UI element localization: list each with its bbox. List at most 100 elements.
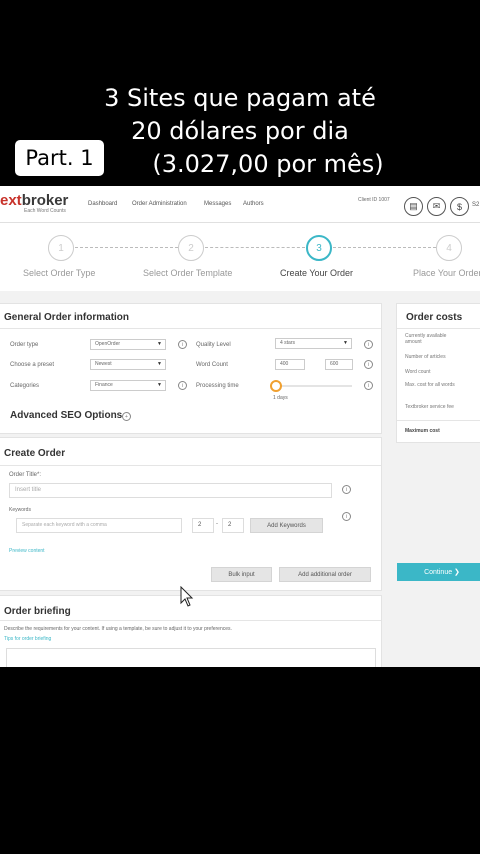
chevron-down-icon: ▼ bbox=[157, 361, 162, 367]
word-count-label: Word Count bbox=[196, 362, 228, 368]
keywords-min-input[interactable]: 2 bbox=[192, 518, 214, 533]
bulk-input-button[interactable]: Bulk input bbox=[211, 567, 272, 582]
user-menu[interactable]: S2 bbox=[472, 202, 479, 208]
info-icon[interactable]: i bbox=[342, 485, 351, 494]
categories-select[interactable]: Finance ▼ bbox=[90, 380, 166, 391]
info-icon[interactable]: i bbox=[342, 512, 351, 521]
preset-value: Newest bbox=[95, 361, 112, 367]
cost-maximum-label: Maximum cost bbox=[405, 428, 440, 434]
divider bbox=[397, 328, 480, 329]
step-connector bbox=[75, 247, 178, 248]
preview-content-link[interactable]: Preview content bbox=[9, 548, 45, 554]
cost-number-of-articles: Number of articles bbox=[405, 354, 446, 360]
advanced-seo-toggle[interactable]: Advanced SEO Options bbox=[10, 410, 122, 421]
nav-messages[interactable]: Messages bbox=[204, 201, 231, 207]
cost-available-amount: Currently available amount bbox=[405, 333, 447, 345]
keywords-input[interactable]: Separate each keyword with a comma bbox=[16, 518, 182, 533]
general-info-title: General Order information bbox=[4, 312, 130, 323]
order-stepper: 1 2 3 4 Select Order Type Select Order T… bbox=[0, 223, 480, 291]
order-briefing-title: Order briefing bbox=[4, 606, 71, 617]
part-badge: Part. 1 bbox=[15, 140, 104, 176]
info-icon[interactable]: i bbox=[364, 381, 373, 390]
order-title-label: Order Title*: bbox=[9, 472, 42, 478]
divider bbox=[0, 465, 381, 466]
word-count-min-input[interactable]: 400 bbox=[275, 359, 305, 370]
step-4-label: Place Your Order bbox=[413, 268, 480, 278]
processing-time-value: 1 days bbox=[273, 395, 288, 401]
continue-label: Continue bbox=[424, 568, 453, 576]
add-keywords-button[interactable]: Add Keywords bbox=[250, 518, 323, 533]
caption-line-3: (3.027,00 por mês) bbox=[152, 150, 384, 178]
order-title-input[interactable]: Insert title bbox=[9, 483, 332, 498]
preset-select[interactable]: Newest ▼ bbox=[90, 359, 166, 370]
info-icon[interactable]: i bbox=[364, 340, 373, 349]
nav-dashboard[interactable]: Dashboard bbox=[88, 201, 117, 207]
quality-level-value: 4 stars bbox=[280, 340, 296, 346]
order-type-value: OpenOrder bbox=[95, 341, 121, 347]
nav-authors[interactable]: Authors bbox=[243, 201, 264, 207]
logo-prefix: ext bbox=[0, 192, 22, 209]
divider bbox=[397, 420, 480, 421]
chevron-down-icon: ▼ bbox=[157, 382, 162, 388]
divider bbox=[0, 620, 381, 621]
step-2-circle[interactable]: 2 bbox=[178, 235, 204, 261]
video-frame: 3 Sites que pagam até 20 dólares por dia… bbox=[0, 0, 480, 854]
processing-time-label: Processing time bbox=[196, 383, 239, 389]
logo-tagline: Each Word Counts bbox=[24, 208, 66, 214]
info-icon[interactable]: i bbox=[178, 381, 187, 390]
categories-value: Finance bbox=[95, 382, 113, 388]
quality-level-select[interactable]: 4 stars ▼ bbox=[275, 338, 352, 349]
info-icon[interactable]: i bbox=[178, 340, 187, 349]
dollar-icon[interactable]: $ bbox=[450, 197, 469, 216]
web-page-screenshot: extbroker Each Word Counts Dashboard Ord… bbox=[0, 186, 480, 667]
continue-button[interactable]: Continue ❯ bbox=[397, 563, 480, 581]
range-dash: - bbox=[216, 521, 218, 527]
preset-label: Choose a preset bbox=[10, 362, 55, 368]
cost-max-for-words: Max. cost for all words bbox=[405, 382, 455, 388]
chevron-down-icon: ▼ bbox=[157, 341, 162, 347]
order-briefing-instructions: Describe the requirements for your conte… bbox=[4, 626, 232, 632]
caption-line-1: 3 Sites que pagam até bbox=[104, 84, 376, 112]
add-additional-order-button[interactable]: Add additional order bbox=[279, 567, 371, 582]
logo[interactable]: extbroker bbox=[0, 192, 68, 209]
step-1-label[interactable]: Select Order Type bbox=[23, 268, 95, 278]
step-3-label: Create Your Order bbox=[280, 268, 354, 278]
step-2-label[interactable]: Select Order Template bbox=[143, 268, 232, 278]
order-costs-title: Order costs bbox=[406, 312, 463, 323]
quality-level-label: Quality Level bbox=[196, 342, 231, 348]
create-order-panel: Create Order Order Title*: Insert title … bbox=[0, 437, 382, 591]
order-type-select[interactable]: OpenOrder ▼ bbox=[90, 339, 166, 350]
top-navigation: extbroker Each Word Counts Dashboard Ord… bbox=[0, 186, 480, 223]
chevron-right-icon: ❯ bbox=[452, 569, 460, 576]
cost-service-fee: Textbroker service fee bbox=[405, 404, 454, 410]
mouse-cursor-icon bbox=[180, 586, 194, 607]
order-type-label: Order type bbox=[10, 342, 39, 348]
info-icon[interactable]: i bbox=[364, 360, 373, 369]
keywords-label: Keywords bbox=[9, 507, 31, 513]
word-count-max-input[interactable]: 600 bbox=[325, 359, 353, 370]
divider bbox=[0, 328, 381, 329]
step-connector bbox=[205, 247, 305, 248]
chevron-down-icon: ▼ bbox=[343, 340, 348, 346]
step-4-circle: 4 bbox=[436, 235, 462, 261]
order-costs-panel: Order costs Currently available amount N… bbox=[396, 303, 480, 443]
mail-icon[interactable]: ✉ bbox=[427, 197, 446, 216]
processing-time-slider-handle[interactable] bbox=[270, 380, 282, 392]
keywords-max-input[interactable]: 2 bbox=[222, 518, 244, 533]
step-3-circle: 3 bbox=[306, 235, 332, 261]
general-info-panel: General Order information Order type Ope… bbox=[0, 303, 382, 434]
expand-icon[interactable]: + bbox=[122, 412, 131, 421]
document-icon[interactable]: ▤ bbox=[404, 197, 423, 216]
cost-word-count: Word count bbox=[405, 369, 431, 375]
logo-main: broker bbox=[21, 192, 69, 209]
order-briefing-tips-link[interactable]: Tips for order briefing bbox=[4, 636, 51, 642]
nav-order-administration[interactable]: Order Administration bbox=[132, 201, 187, 207]
content-area: General Order information Order type Ope… bbox=[0, 291, 480, 667]
client-id: Client ID 1007 bbox=[358, 197, 390, 203]
create-order-title: Create Order bbox=[4, 448, 66, 459]
processing-time-track bbox=[276, 385, 352, 387]
step-connector bbox=[333, 247, 436, 248]
step-1-circle[interactable]: 1 bbox=[48, 235, 74, 261]
categories-label: Categories bbox=[10, 383, 40, 389]
order-briefing-textarea[interactable] bbox=[6, 648, 376, 667]
